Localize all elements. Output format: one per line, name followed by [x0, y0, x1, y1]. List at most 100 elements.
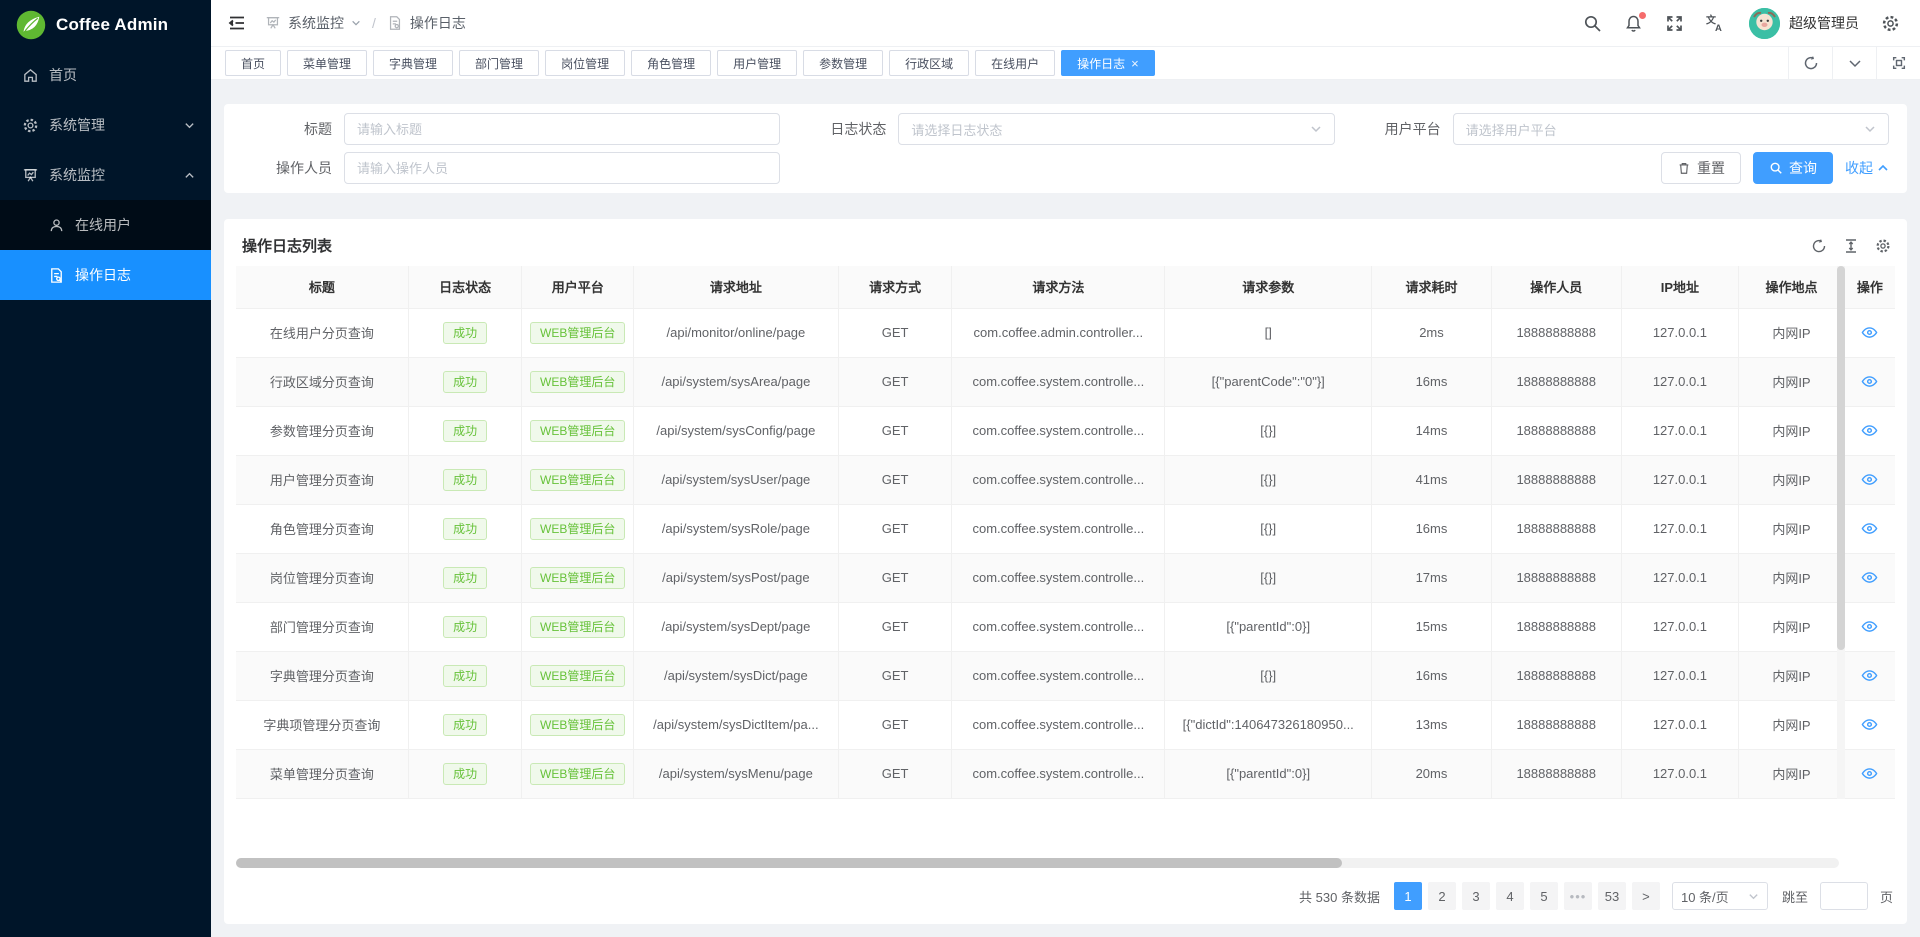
title-input[interactable]	[344, 113, 780, 145]
tab-options-button[interactable]	[1832, 47, 1876, 79]
horizontal-scrollbar[interactable]	[236, 858, 1839, 868]
vertical-scrollbar[interactable]	[1837, 266, 1845, 799]
cell-ip: 127.0.0.1	[1621, 700, 1739, 749]
tab-3[interactable]: 部门管理	[459, 50, 539, 76]
view-eye-icon	[1861, 716, 1878, 733]
tab-7[interactable]: 参数管理	[803, 50, 883, 76]
view-detail-button[interactable]	[1861, 618, 1878, 635]
view-eye-icon	[1861, 471, 1878, 488]
tab-10[interactable]: 操作日志×	[1061, 50, 1155, 76]
page-button-4[interactable]: 4	[1496, 882, 1524, 910]
page-button-3[interactable]: 3	[1462, 882, 1490, 910]
user-name[interactable]: 超级管理员	[1789, 13, 1859, 33]
sidebar-item-operation-log[interactable]: 操作日志	[0, 250, 211, 300]
view-detail-button[interactable]	[1861, 471, 1878, 488]
horizontal-scrollbar-thumb[interactable]	[236, 858, 1342, 868]
sidebar-item-home[interactable]: 首页	[0, 50, 211, 100]
document-icon	[48, 267, 65, 284]
cell-handler: com.coffee.system.controlle...	[952, 406, 1165, 455]
cell-actions	[1844, 308, 1895, 357]
status-tag: 成功	[443, 616, 487, 638]
cell-location: 内网IP	[1739, 406, 1844, 455]
vertical-scrollbar-thumb[interactable]	[1837, 266, 1845, 650]
cell-location: 内网IP	[1739, 602, 1844, 651]
refresh-tab-button[interactable]	[1788, 47, 1832, 79]
page-button-53[interactable]: 53	[1598, 882, 1626, 910]
view-detail-button[interactable]	[1861, 324, 1878, 341]
tab-list: 首页菜单管理字典管理部门管理岗位管理角色管理用户管理 参数管理 行政区域在线用户操作…	[225, 50, 1788, 76]
page-button-1[interactable]: 1	[1394, 882, 1422, 910]
view-detail-button[interactable]	[1861, 520, 1878, 537]
tab-controls	[1788, 47, 1920, 79]
cell-url: /api/system/sysUser/page	[633, 455, 838, 504]
sidebar-item-system-monitor[interactable]: 系统监控	[0, 150, 211, 200]
sidebar-item-online-users[interactable]: 在线用户	[0, 200, 211, 250]
cell-url: /api/system/sysDict/page	[633, 651, 838, 700]
cell-platform: WEB管理后台	[522, 553, 634, 602]
cell-method: GET	[838, 602, 952, 651]
tab-6[interactable]: 用户管理	[717, 50, 797, 76]
logo[interactable]: Coffee Admin	[0, 0, 211, 50]
view-detail-button[interactable]	[1861, 716, 1878, 733]
page-button-2[interactable]: 2	[1428, 882, 1456, 910]
view-detail-button[interactable]	[1861, 569, 1878, 586]
column-header-6: 请求参数	[1165, 266, 1372, 308]
log-status-select[interactable]: 请选择日志状态	[898, 113, 1334, 145]
tab-1[interactable]: 菜单管理	[287, 50, 367, 76]
platform-tag: WEB管理后台	[530, 665, 625, 687]
cell-method: GET	[838, 553, 952, 602]
breadcrumb-item[interactable]: 系统监控	[288, 13, 344, 33]
notification-bell[interactable]	[1624, 14, 1643, 33]
cell-method: GET	[838, 357, 952, 406]
cell-params: [{"dictId":140647326180950...	[1165, 700, 1372, 749]
tab-5[interactable]: 角色管理	[631, 50, 711, 76]
view-detail-button[interactable]	[1861, 422, 1878, 439]
user-icon	[48, 217, 65, 234]
search-icon	[1769, 161, 1783, 175]
view-detail-button[interactable]	[1861, 373, 1878, 390]
status-tag: 成功	[443, 665, 487, 687]
collapse-filter-link[interactable]: 收起	[1845, 158, 1889, 178]
settings-gear-icon[interactable]	[1881, 14, 1900, 33]
cell-url: /api/system/sysConfig/page	[633, 406, 838, 455]
chevron-down-icon[interactable]	[351, 18, 361, 28]
tab-4[interactable]: 岗位管理	[545, 50, 625, 76]
tab-9[interactable]: 在线用户	[975, 50, 1055, 76]
view-detail-button[interactable]	[1861, 667, 1878, 684]
cell-title: 参数管理分页查询	[236, 406, 408, 455]
fullscreen-icon[interactable]	[1665, 14, 1684, 33]
tab-0[interactable]: 首页	[225, 50, 281, 76]
refresh-icon[interactable]	[1811, 238, 1827, 254]
column-settings-icon[interactable]	[1875, 238, 1891, 254]
cell-handler: com.coffee.system.controlle...	[952, 602, 1165, 651]
cell-method: GET	[838, 504, 952, 553]
tab-label: 参数管理	[819, 55, 867, 72]
view-detail-button[interactable]	[1861, 765, 1878, 782]
sidebar-item-system-management[interactable]: 系统管理	[0, 100, 211, 150]
column-header-0: 标题	[236, 266, 408, 308]
table-row: 岗位管理分页查询成功WEB管理后台/api/system/sysPost/pag…	[236, 553, 1895, 602]
cell-method: GET	[838, 308, 952, 357]
tab-8[interactable]: 行政区域	[889, 50, 969, 76]
search-icon[interactable]	[1583, 14, 1602, 33]
tab-close-icon[interactable]: ×	[1131, 57, 1139, 70]
reset-button[interactable]: 重置	[1661, 152, 1741, 184]
user-platform-select[interactable]: 请选择用户平台	[1453, 113, 1889, 145]
tab-2[interactable]: 字典管理	[373, 50, 453, 76]
menu-fold-icon[interactable]	[227, 13, 247, 33]
row-density-icon[interactable]	[1843, 238, 1859, 254]
search-button[interactable]: 查询	[1753, 152, 1833, 184]
page-button-5[interactable]: 5	[1530, 882, 1558, 910]
operator-input[interactable]	[344, 152, 780, 184]
cell-url: /api/system/sysPost/page	[633, 553, 838, 602]
jump-page-input[interactable]	[1820, 882, 1868, 910]
page-size-select[interactable]: 10 条/页	[1672, 882, 1768, 910]
translate-icon[interactable]: 文 A	[1706, 14, 1725, 33]
table-row: 字典管理分页查询成功WEB管理后台/api/system/sysDict/pag…	[236, 651, 1895, 700]
maximize-content-button[interactable]	[1876, 47, 1920, 79]
cell-duration: 14ms	[1372, 406, 1492, 455]
avatar[interactable]	[1749, 8, 1780, 39]
view-eye-icon	[1861, 373, 1878, 390]
next-page-button[interactable]: >	[1632, 882, 1660, 910]
cell-location: 内网IP	[1739, 553, 1844, 602]
